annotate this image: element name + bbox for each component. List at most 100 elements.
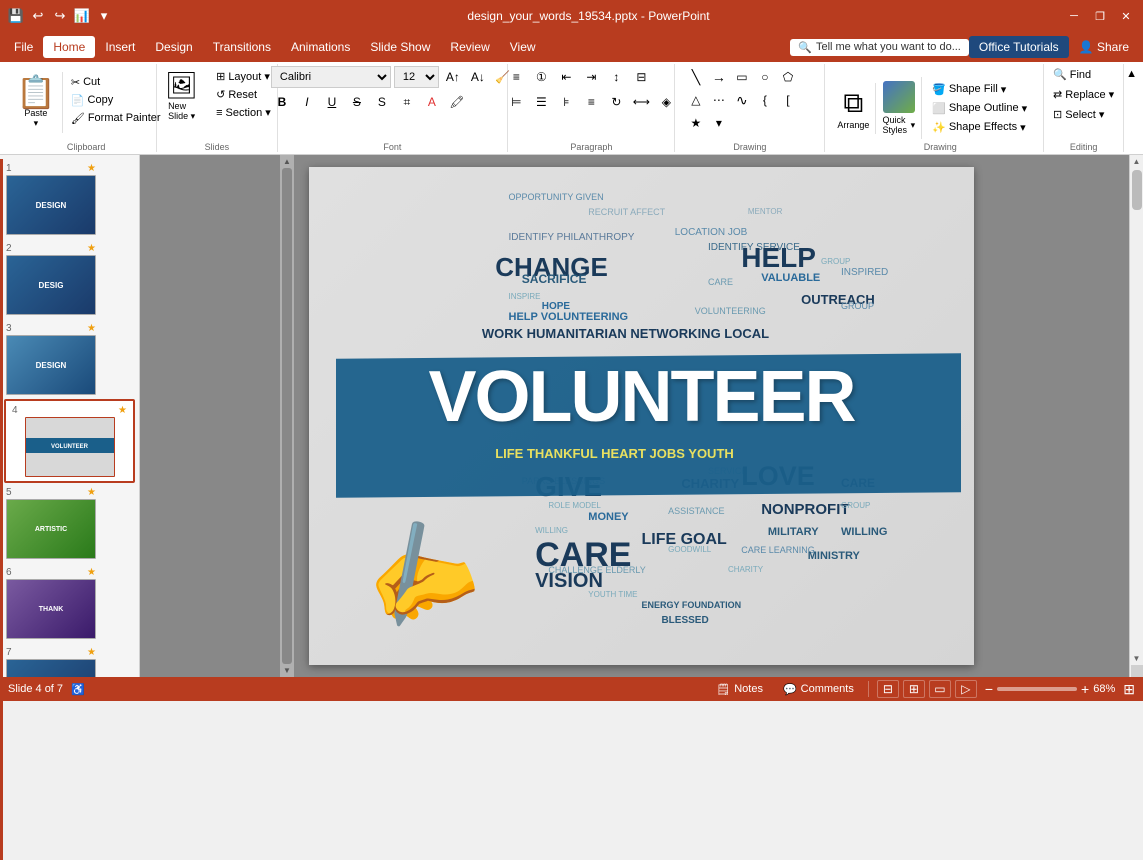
reset-button[interactable]: ↺ Reset [212,86,275,103]
char-spacing-button[interactable]: ⌗ [396,91,418,113]
menu-design[interactable]: Design [145,36,202,58]
arrange-button[interactable]: Arrange [837,120,869,130]
vscroll-up-button[interactable]: ▲ [1131,155,1143,168]
shape-rect[interactable]: ▭ [731,66,753,88]
slide-item-6[interactable]: 6 ★ THANK [0,563,139,643]
font-color-button[interactable]: A [421,91,443,113]
v-scroll-up[interactable]: ▲ [283,157,291,166]
v-scroll-thumb-left[interactable] [282,168,292,664]
line-spacing-button[interactable]: ↕ [605,66,627,88]
numbering-button[interactable]: ① [530,66,552,88]
shape-tri[interactable]: △ [685,89,707,111]
bullets-button[interactable]: ≡ [505,66,527,88]
bold-button[interactable]: B [271,91,293,113]
presenter-icon[interactable]: 📊 [74,8,90,24]
shape-circle[interactable]: ○ [754,66,776,88]
layout-button[interactable]: ⊞ Layout ▾ [212,68,275,85]
slide-star-3: ★ [87,323,96,334]
shape-outline-button[interactable]: ⬜ Shape Outline ▾ [928,100,1031,117]
menu-insert[interactable]: Insert [95,36,145,58]
find-button[interactable]: 🔍 Find [1049,66,1095,83]
slide-item-1[interactable]: 1 ★ DESIGN [0,159,139,239]
columns-button[interactable]: ⊟ [630,66,652,88]
decrease-indent-button[interactable]: ⇤ [555,66,577,88]
slide-item-4[interactable]: 4 ★ VOLUNTEER [4,399,135,483]
vscroll-thumb[interactable] [1132,170,1142,210]
text-shadow-button[interactable]: S [371,91,393,113]
share-button[interactable]: 👤 Share [1069,36,1139,58]
paste-button[interactable]: 📋 Paste ▾ [10,72,63,133]
normal-view-button[interactable]: ⊟ [877,680,899,698]
menu-slideshow[interactable]: Slide Show [360,36,440,58]
save-icon[interactable]: 💾 [8,8,24,24]
undo-icon[interactable]: ↩ [30,8,46,24]
close-button[interactable]: ✕ [1117,7,1135,25]
section-button[interactable]: ≡ Section ▾ [212,104,275,121]
slide-item-7[interactable]: 7 ★ [0,643,139,677]
slide-item-3[interactable]: 3 ★ DESIGN [0,319,139,399]
shape-brace[interactable]: { [754,89,776,111]
format-painter-button[interactable]: 🖌 Format Painter [67,110,165,127]
shape-fill-button[interactable]: 🪣 Shape Fill ▾ [928,81,1031,98]
shape-star[interactable]: ★ [685,112,707,134]
restore-button[interactable]: ❐ [1091,7,1109,25]
menu-view[interactable]: View [500,36,546,58]
underline-button[interactable]: U [321,91,343,113]
convert-button[interactable]: ⟷ [630,91,652,113]
select-button[interactable]: ⊡ Select ▾ [1049,106,1108,123]
minimize-button[interactable]: ─ [1065,7,1083,25]
slide-sorter-button[interactable]: ⊞ [903,680,925,698]
shape-pentagon[interactable]: ⬠ [777,66,799,88]
search-area[interactable]: 🔍 Tell me what you want to do... [790,39,969,56]
vscroll-corner[interactable] [1131,665,1143,677]
zoom-in-button[interactable]: + [1081,681,1089,697]
menu-transitions[interactable]: Transitions [203,36,281,58]
menu-file[interactable]: File [4,36,43,58]
italic-button[interactable]: I [296,91,318,113]
align-right-button[interactable]: ⊧ [555,91,577,113]
v-scroll-down[interactable]: ▼ [283,666,291,675]
new-slide-button[interactable]: 🖼 NewSlide ▾ [157,66,206,126]
justify-button[interactable]: ≡ [580,91,602,113]
ribbon-collapse-button[interactable]: ▲ [1124,64,1139,152]
text-direction-button[interactable]: ↻ [605,91,627,113]
shape-line[interactable]: ╲ [685,66,707,88]
slide-show-button[interactable]: ▷ [955,680,977,698]
shape-expand[interactable]: ▾ [708,112,730,134]
zoom-slider[interactable] [997,687,1077,691]
redo-icon[interactable]: ↪ [52,8,68,24]
slide-item-5[interactable]: 5 ★ ARTISTIC [0,483,139,563]
strikethrough-button[interactable]: S [346,91,368,113]
cut-button[interactable]: ✂ Cut [67,74,165,91]
vscroll-down-button[interactable]: ▼ [1131,652,1143,665]
more-icon[interactable]: ▾ [96,8,112,24]
shape-bracket[interactable]: [ [777,89,799,111]
shape-effects-button[interactable]: ✨ Shape Effects ▾ [928,119,1031,136]
reading-view-button[interactable]: ▭ [929,680,951,698]
font-grow-button[interactable]: A↑ [442,66,464,88]
canvas-area[interactable]: ▲ ▼ OPPORTUNITY GIVEN RECRUIT AFFECT LOC… [140,155,1143,677]
shape-more[interactable]: ⋯ [708,89,730,111]
smartart-button[interactable]: ◈ [655,91,677,113]
font-shrink-button[interactable]: A↓ [467,66,489,88]
menu-animations[interactable]: Animations [281,36,360,58]
align-left-button[interactable]: ⊨ [505,91,527,113]
quick-styles-button[interactable]: Quick Styles ▾ [882,115,915,135]
shape-arrow[interactable]: → [708,66,730,88]
font-size-select[interactable]: 12 [394,66,439,88]
highlight-button[interactable]: 🖍 [446,91,468,113]
replace-button[interactable]: ⇄ Replace ▾ [1049,86,1118,103]
zoom-out-button[interactable]: − [985,681,993,697]
menu-home[interactable]: Home [43,36,95,58]
comments-button[interactable]: 💬 Comments [777,681,860,698]
font-name-select[interactable]: Calibri [271,66,391,88]
office-tutorials-button[interactable]: Office Tutorials [969,36,1069,58]
shape-curve[interactable]: ∿ [731,89,753,111]
notes-button[interactable]: 🗒 Notes [710,681,769,698]
copy-button[interactable]: 📄 Copy [67,92,165,109]
increase-indent-button[interactable]: ⇥ [580,66,602,88]
align-center-button[interactable]: ☰ [530,91,552,113]
menu-review[interactable]: Review [440,36,499,58]
slide-item-2[interactable]: 2 ★ DESIG [0,239,139,319]
fit-window-button[interactable]: ⊞ [1123,681,1135,698]
